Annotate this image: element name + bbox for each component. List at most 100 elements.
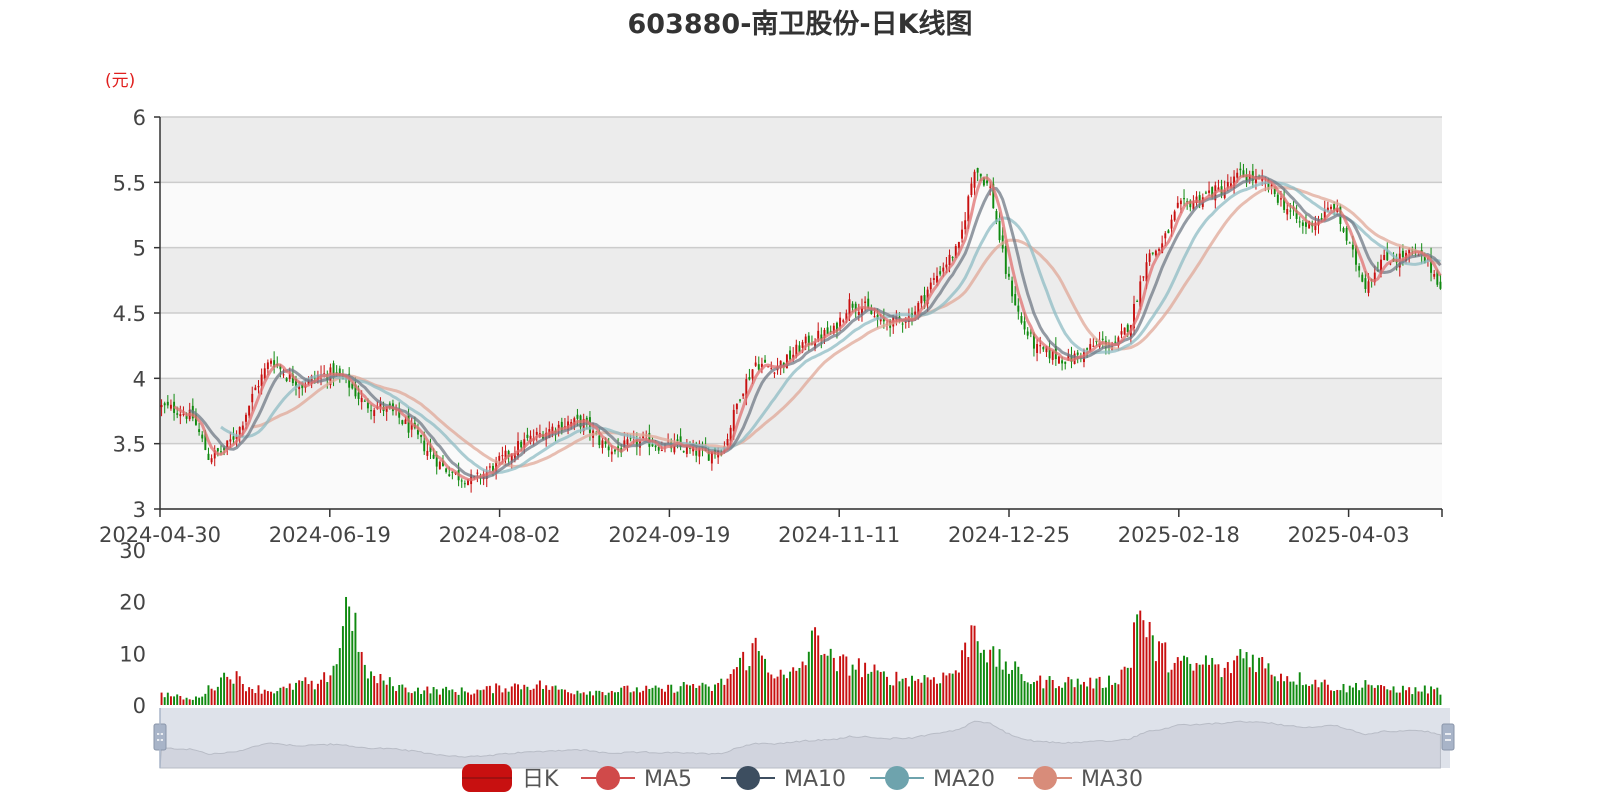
candle-body [1123, 327, 1126, 335]
volume-bar [1292, 681, 1295, 705]
candle-body [817, 330, 820, 340]
volume-bar [695, 687, 698, 705]
volume-bar [335, 664, 338, 705]
volume-bar [1330, 690, 1332, 705]
candle-body [970, 183, 973, 195]
volume-bar [163, 697, 166, 705]
candle-body [742, 393, 745, 397]
volume-bar [1236, 655, 1239, 705]
volume-bar [961, 650, 964, 705]
candle-body [251, 393, 254, 403]
volume-bar [1311, 684, 1314, 705]
candle-body [1298, 221, 1301, 223]
volume-bar [257, 685, 260, 705]
candle-body [404, 419, 407, 425]
volume-bar [635, 687, 638, 705]
navigator-handle-right[interactable] [1441, 723, 1455, 751]
candle-body [248, 405, 251, 416]
volume-bar [732, 669, 735, 705]
candle-body [366, 402, 369, 409]
handle-grip[interactable] [1441, 723, 1455, 751]
volume-bar [1086, 686, 1089, 705]
volume-bar [1014, 661, 1017, 705]
date-tick-label: 2025-02-18 [1118, 523, 1240, 547]
volume-bar [1217, 664, 1220, 705]
date-tick-label: 2025-04-03 [1288, 523, 1410, 547]
candle-body [979, 173, 982, 177]
volume-bar [166, 692, 169, 705]
volume-bar [320, 679, 323, 705]
volume-bar [476, 689, 479, 705]
legend-item-kline[interactable]: 日K [462, 764, 559, 792]
volume-bar [423, 690, 426, 705]
volume-bar [198, 697, 201, 705]
volume-bar [310, 680, 313, 705]
candle-body [1289, 210, 1292, 212]
volume-bar [632, 691, 635, 705]
volume-bar [848, 675, 851, 705]
volume-bar [207, 685, 210, 705]
volume-bar [279, 687, 282, 705]
volume-bar [1376, 685, 1379, 705]
candle-body [210, 458, 213, 463]
volume-bar [1108, 675, 1110, 705]
volume-bar [495, 683, 498, 705]
volume-bar [785, 678, 788, 705]
volume-bar [348, 606, 351, 705]
candle-body [923, 295, 926, 302]
volume-bar [792, 667, 795, 705]
volume-bar [1342, 683, 1345, 705]
volume-bar [507, 691, 510, 705]
candle-body [1439, 281, 1442, 289]
legend-item-ma30[interactable]: MA30 [1018, 766, 1143, 792]
volume-bar [442, 688, 444, 705]
volume-bar [1114, 682, 1117, 705]
range-navigator[interactable] [153, 708, 1455, 769]
volume-bar [291, 689, 294, 705]
candle-body [1286, 208, 1289, 215]
volume-bar [517, 684, 519, 705]
price-band [160, 443, 1442, 509]
candle-body [517, 441, 519, 457]
volume-bar [735, 667, 738, 705]
candle-body [1151, 252, 1154, 254]
candle-body [951, 257, 954, 259]
volume-bar [1261, 657, 1264, 705]
volume-bar [1420, 691, 1423, 705]
volume-bar [485, 686, 488, 705]
candle-body [857, 312, 860, 315]
volume-bar [432, 687, 435, 705]
price-tick-label: 4.5 [113, 302, 146, 326]
volume-bar [341, 626, 344, 705]
volume-bar [542, 688, 545, 705]
volume-bar [273, 693, 276, 705]
legend-item-ma20[interactable]: MA20 [870, 766, 995, 792]
candle-body [1086, 348, 1089, 350]
candle-body [976, 167, 979, 173]
volume-bar [929, 679, 932, 705]
volume-bar [1273, 676, 1276, 705]
volume-bar [245, 691, 247, 705]
candle-body [851, 303, 854, 308]
volume-bar [1426, 693, 1429, 705]
volume-bar [1348, 685, 1351, 705]
legend-item-ma10[interactable]: MA10 [721, 766, 846, 792]
volume-bar [182, 699, 185, 705]
volume-bar [1017, 666, 1020, 705]
candle-body [1126, 324, 1129, 333]
volume-bar [1220, 677, 1223, 705]
candle-body [773, 372, 776, 374]
volume-bar [864, 662, 867, 705]
candle-body [929, 282, 932, 290]
volume-bar [160, 692, 163, 705]
legend-item-ma5[interactable]: MA5 [581, 766, 692, 792]
volume-bar [1189, 663, 1192, 705]
volume-bar [560, 689, 563, 705]
candle-body [748, 377, 751, 380]
volume-bar [1339, 690, 1342, 705]
candle-body [842, 320, 845, 322]
volume-bar [914, 680, 917, 705]
candle-body [867, 298, 870, 308]
candle-body [1348, 242, 1351, 244]
volume-bar [592, 695, 595, 705]
